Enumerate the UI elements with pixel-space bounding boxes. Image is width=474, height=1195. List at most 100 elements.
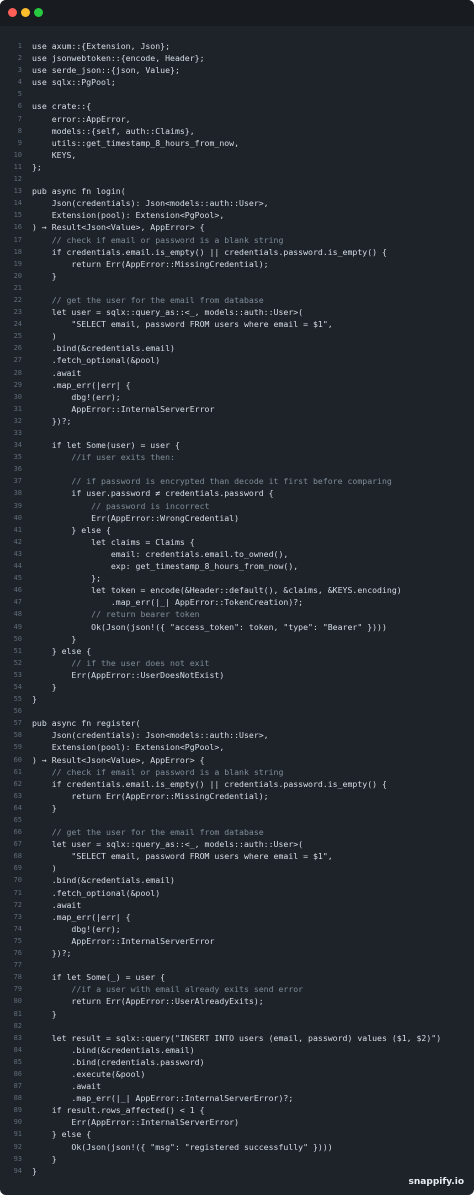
line-number: 22 [13, 295, 22, 304]
line-number: 48 [13, 610, 22, 619]
code-line: 32 })?; [0, 415, 474, 427]
code-text: if let Some(_) = user { [32, 972, 166, 983]
code-line: 39 // password is incorrect [0, 500, 474, 512]
line-number: 92 [13, 1142, 22, 1151]
code-line: 72 .await [0, 899, 474, 911]
code-line: 17 // check if email or password is a bl… [0, 234, 474, 246]
code-line: 70 .bind(&credentials.email) [0, 874, 474, 886]
code-line: 57 pub async fn register( [0, 717, 474, 729]
code-text: })?; [32, 948, 72, 959]
code-text: .bind(&credentials.email) [32, 875, 175, 886]
code-text: // if password is encrypted than decode … [32, 476, 392, 487]
line-number: 5 [17, 90, 22, 99]
code-line: 22 // get the user for the email from da… [0, 294, 474, 306]
code-block: 1 use axum::{Extension, Json}; 2 use jsonwe… [0, 40, 474, 1177]
code-line: 26 .bind(&credentials.email) [0, 342, 474, 354]
code-text: return Err(AppError::UserAlreadyExits); [32, 996, 264, 1007]
code-text: .map_err(|err| { [32, 911, 131, 922]
code-text: use serde_json::{json, Value}; [32, 65, 180, 76]
code-line: 13 pub async fn login( [0, 185, 474, 197]
code-text: } [32, 633, 77, 644]
code-text: let user = sqlx::query_as::<_, models::a… [32, 307, 304, 318]
code-line: 85 .bind(credentials.password) [0, 1056, 474, 1068]
line-number: 79 [13, 985, 22, 994]
line-number: 20 [13, 271, 22, 280]
code-text: "SELECT email, password FROM users where… [32, 319, 333, 330]
code-line: 31 AppError::InternalServerError [0, 403, 474, 415]
code-line: 87 .await [0, 1080, 474, 1092]
line-number: 91 [13, 1130, 22, 1139]
code-text: exp: get_timestamp_8_hours_from_now(), [32, 561, 299, 572]
line-number: 16 [13, 223, 22, 232]
line-number: 2 [17, 54, 22, 63]
code-line: 19 return Err(AppError::MissingCredentia… [0, 258, 474, 270]
line-number: 82 [13, 1021, 22, 1030]
code-text: .map_err(|_| AppError::TokenCreation)?; [32, 597, 304, 608]
close-icon[interactable] [8, 8, 17, 17]
line-number: 31 [13, 404, 22, 413]
code-text: .await [32, 1081, 102, 1092]
code-line: 51 } else { [0, 645, 474, 657]
code-line: 18 if credentials.email.is_empty() || cr… [0, 246, 474, 258]
line-number: 28 [13, 368, 22, 377]
line-number: 27 [13, 356, 22, 365]
code-line: 49 Ok(Json(json!({ "access_token": token… [0, 621, 474, 633]
code-text: .map_err(|_| AppError::InternalServerErr… [32, 1093, 294, 1104]
line-number: 52 [13, 658, 22, 667]
line-number: 4 [17, 78, 22, 87]
line-number: 90 [13, 1118, 22, 1127]
code-line: 94} [0, 1165, 474, 1177]
line-number: 13 [13, 187, 22, 196]
code-text: // if the user does not exit [32, 657, 210, 668]
code-text: email: credentials.email.to_owned(), [32, 548, 289, 559]
maximize-icon[interactable] [34, 8, 43, 17]
line-number: 25 [13, 332, 22, 341]
code-text: use sqlx::PgPool; [32, 77, 116, 88]
code-line: 23 let user = sqlx::query_as::<_, models… [0, 306, 474, 318]
code-text: pub async fn register( [32, 718, 141, 729]
code-line: 90 Err(AppError::InternalServerError) [0, 1116, 474, 1128]
code-text: } [32, 694, 37, 705]
line-number: 21 [13, 283, 22, 292]
code-text: } else { [32, 645, 92, 656]
code-line: 58 Json(credentials): Json<models::auth:… [0, 729, 474, 741]
watermark: snappify.io [408, 1177, 464, 1187]
code-line: 71 .fetch_optional(&pool) [0, 887, 474, 899]
code-line: 65 [0, 814, 474, 826]
line-number: 49 [13, 622, 22, 631]
code-line: 34 if let Some(user) = user { [0, 439, 474, 451]
line-number: 84 [13, 1045, 22, 1054]
code-text: Ok(Json(json!({ "msg": "registered succe… [32, 1141, 333, 1152]
code-text: // password is incorrect [32, 500, 210, 511]
line-number: 94 [13, 1166, 22, 1175]
code-line: 74 dbg!(err); [0, 923, 474, 935]
line-number: 45 [13, 574, 22, 583]
code-line: 78 if let Some(_) = user { [0, 971, 474, 983]
code-line: 91 } else { [0, 1128, 474, 1140]
code-text: .execute(&pool) [32, 1068, 146, 1079]
code-text: use jsonwebtoken::{encode, Header}; [32, 53, 205, 64]
code-text: return Err(AppError::MissingCredential); [32, 790, 269, 801]
line-number: 32 [13, 416, 22, 425]
line-number: 75 [13, 936, 22, 945]
code-line: 9 utils::get_timestamp_8_hours_from_now, [0, 137, 474, 149]
code-text: // check if email or password is a blank… [32, 234, 284, 245]
code-text: AppError::InternalServerError [32, 935, 215, 946]
line-number: 72 [13, 900, 22, 909]
line-number: 70 [13, 876, 22, 885]
code-line: 82 [0, 1020, 474, 1032]
line-number: 58 [13, 731, 22, 740]
code-line: 42 let claims = Claims { [0, 536, 474, 548]
line-number: 36 [13, 465, 22, 474]
line-number: 41 [13, 525, 22, 534]
line-number: 46 [13, 586, 22, 595]
code-line: 48 // return bearer token [0, 608, 474, 620]
line-number: 30 [13, 392, 22, 401]
line-number: 88 [13, 1094, 22, 1103]
code-text: Json(credentials): Json<models::auth::Us… [32, 730, 269, 741]
code-text: .fetch_optional(&pool) [32, 887, 161, 898]
minimize-icon[interactable] [21, 8, 30, 17]
line-number: 40 [13, 513, 22, 522]
line-number: 50 [13, 634, 22, 643]
code-text: .fetch_optional(&pool) [32, 355, 161, 366]
